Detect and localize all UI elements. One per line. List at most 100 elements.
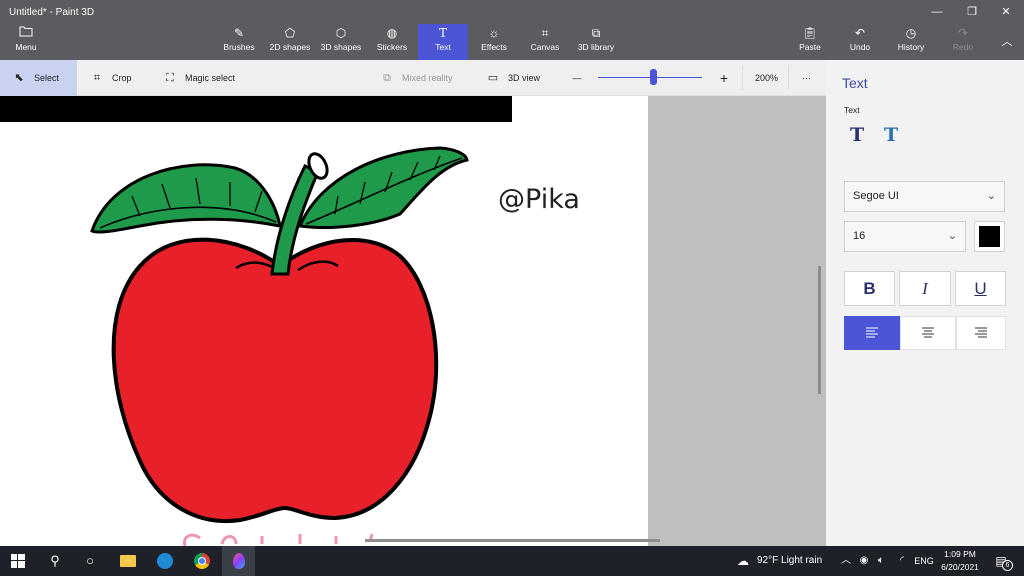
redo-icon: ↷ <box>957 26 969 40</box>
chevron-up-icon[interactable]: ︿ <box>840 546 852 576</box>
font-size-select[interactable]: 16 ⌄ <box>844 221 966 252</box>
color-picker-button[interactable] <box>974 221 1005 252</box>
clock-time: 1:09 PM <box>944 549 976 559</box>
crop-label: Crop <box>112 73 132 83</box>
library-icon: ⧉ <box>591 26 601 40</box>
magic-select-button[interactable]: ⛶ Magic select <box>163 60 235 96</box>
start-button[interactable] <box>0 546 36 576</box>
menu-label: Menu <box>15 42 37 52</box>
clipboard-icon: 📋︎ <box>802 26 818 40</box>
notification-center-button[interactable]: ▤ 6 <box>990 546 1013 576</box>
paste-button[interactable]: 📋︎ Paste <box>795 24 825 60</box>
font-family-value: Segoe UI <box>853 190 899 202</box>
wifi-icon[interactable]: ◜ <box>895 546 909 576</box>
close-button[interactable]: ✕ <box>991 3 1021 21</box>
horizontal-scrollbar[interactable] <box>365 539 660 542</box>
task-view-icon[interactable]: ○ <box>75 546 105 576</box>
plain-text-icon[interactable]: T <box>850 124 864 146</box>
drawing-canvas[interactable]: @Pika <box>0 96 648 546</box>
italic-button[interactable]: I <box>899 271 951 306</box>
underline-button[interactable]: U <box>955 271 1006 306</box>
cube-icon: ⬡ <box>335 26 347 40</box>
align-right-button[interactable] <box>956 316 1006 350</box>
align-center-button[interactable] <box>900 316 956 350</box>
history-label: History <box>897 42 925 52</box>
shapes-2d-icon: ⬠ <box>284 26 296 40</box>
select-label: Select <box>34 73 60 83</box>
zoom-out-button[interactable]: — <box>570 60 584 96</box>
zoom-slider-thumb[interactable] <box>650 69 657 85</box>
font-size-value: 16 <box>853 230 866 242</box>
zoom-percent[interactable]: 200% <box>755 60 778 96</box>
folder-icon <box>4 24 48 42</box>
tab-3d-shapes[interactable]: ⬡ 3D shapes <box>318 24 364 60</box>
tab-canvas-label: Canvas <box>530 42 560 52</box>
clock[interactable]: 1:09 PM 6/20/2021 <box>938 546 982 576</box>
minimize-button[interactable]: — <box>922 3 952 21</box>
title-bar: Untitled* - Paint 3D — ❐ ✕ Menu ✎ Brushe… <box>0 0 1024 60</box>
chrome-icon[interactable] <box>186 546 218 576</box>
search-icon[interactable]: ⚲ <box>40 546 70 576</box>
menu-button[interactable]: Menu <box>4 24 48 60</box>
redo-button[interactable]: ↷ Redo <box>949 24 977 60</box>
tab-effects-label: Effects <box>481 42 507 52</box>
left-leaf <box>90 163 282 234</box>
text-panel: Text Text T T Segoe UI ⌄ 16 ⌄ B I U <box>826 60 1024 546</box>
paint-3d-icon[interactable] <box>222 546 255 576</box>
redo-label: Redo <box>952 42 974 52</box>
mixed-reality-button[interactable]: ⧉ Mixed reality <box>380 60 453 96</box>
tab-brushes[interactable]: ✎ Brushes <box>221 24 257 60</box>
collapse-ribbon-chevron-icon[interactable]: ︿ <box>992 33 1022 51</box>
panel-title: Text <box>842 75 868 91</box>
volume-icon[interactable]: 🔈︎ <box>874 546 888 576</box>
tab-2d-shapes[interactable]: ⬠ 2D shapes <box>266 24 314 60</box>
language-indicator[interactable]: ENG <box>913 546 935 576</box>
select-button[interactable]: ⬉ Select <box>0 60 77 96</box>
watermark-text[interactable]: @Pika <box>498 184 580 215</box>
toolbar-divider <box>742 66 743 90</box>
maximize-button[interactable]: ❐ <box>957 3 987 21</box>
sun-icon: ☼ <box>488 26 500 40</box>
undo-button[interactable]: ↶ Undo <box>846 24 874 60</box>
tab-stickers-label: Stickers <box>376 42 408 52</box>
tab-effects[interactable]: ☼ Effects <box>476 24 512 60</box>
color-swatch <box>979 226 1000 247</box>
clock-date: 6/20/2021 <box>941 562 979 572</box>
undo-icon: ↶ <box>854 26 866 40</box>
mixed-reality-icon: ⧉ <box>383 72 391 84</box>
align-left-icon <box>866 327 878 338</box>
network-status-icon[interactable]: ◉ <box>857 546 871 576</box>
notification-badge: 6 <box>1002 560 1013 571</box>
apple-illustration <box>90 146 469 546</box>
window-title: Untitled* - Paint 3D <box>9 7 95 18</box>
font-family-select[interactable]: Segoe UI ⌄ <box>844 181 1005 212</box>
tab-stickers[interactable]: ◍ Stickers <box>372 24 412 60</box>
chevron-down-icon: ⌄ <box>947 230 957 242</box>
align-left-button[interactable] <box>844 316 900 350</box>
3d-text-icon[interactable]: T <box>884 124 898 146</box>
tab-canvas[interactable]: ⌗ Canvas <box>526 24 564 60</box>
tab-text[interactable]: T Text <box>418 24 468 60</box>
more-options-button[interactable]: ··· <box>802 60 811 96</box>
file-explorer-icon[interactable] <box>112 546 144 576</box>
magic-select-icon: ⛶ <box>166 72 174 84</box>
sub-toolbar: ⬉ Select ⌗ Crop ⛶ Magic select ⧉ Mixed reali… <box>0 60 826 96</box>
3d-view-label: 3D view <box>508 73 541 83</box>
weather-icon[interactable]: ☁ <box>733 546 753 576</box>
taskbar: ⚲ ○ ☁ 92°F Light rain ︿ ◉ 🔈︎ ◜ ENG 1:09 … <box>0 546 1024 576</box>
history-button[interactable]: ◷ History <box>894 24 928 60</box>
crop-button[interactable]: ⌗ Crop <box>90 60 132 96</box>
tab-3d-library[interactable]: ⧉ 3D library <box>573 24 619 60</box>
mixed-reality-label: Mixed reality <box>402 73 453 83</box>
magic-select-label: Magic select <box>185 73 236 83</box>
crop-icon: ⌗ <box>93 72 101 84</box>
3d-view-button[interactable]: ▭ 3D view <box>486 60 540 96</box>
tab-text-label: Text <box>435 42 451 52</box>
paste-label: Paste <box>799 42 821 52</box>
edge-icon[interactable] <box>149 546 181 576</box>
vertical-scrollbar[interactable] <box>818 266 821 394</box>
bold-button[interactable]: B <box>844 271 895 306</box>
weather-text[interactable]: 92°F Light rain <box>757 546 822 576</box>
zoom-in-button[interactable]: + <box>717 60 731 96</box>
windows-icon <box>11 554 25 568</box>
